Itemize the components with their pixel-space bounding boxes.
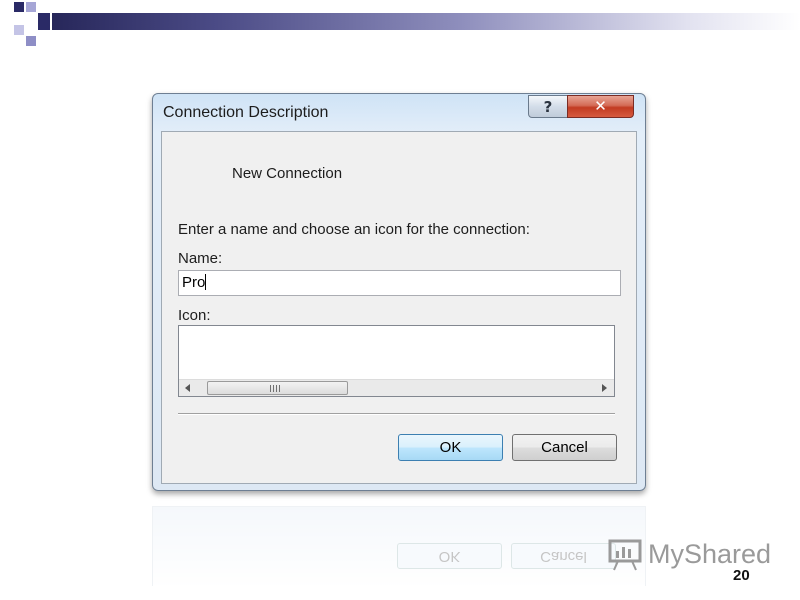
help-icon: ? (543, 98, 553, 116)
ok-button-reflection: OK (397, 543, 502, 569)
watermark-text: MyShared (648, 539, 772, 569)
name-input[interactable]: Pro (178, 270, 621, 296)
connection-description-dialog: Connection Description ? ✕ New Connectio… (152, 93, 646, 491)
gradient-bar (52, 13, 800, 30)
connection-name-text: New Connection (232, 165, 343, 182)
decor-square (38, 13, 50, 30)
scroll-left-icon[interactable] (185, 384, 190, 392)
page-number: 20 (733, 567, 750, 584)
decor-square (14, 2, 24, 12)
text-caret (205, 274, 207, 290)
scroll-thumb[interactable] (207, 381, 348, 395)
slide-header-band (0, 0, 800, 46)
separator (178, 413, 615, 415)
horizontal-scrollbar[interactable] (179, 379, 614, 396)
decor-square (14, 25, 24, 35)
ok-button[interactable]: OK (398, 434, 503, 461)
cancel-button-reflection: Cancel (511, 543, 616, 569)
cancel-button[interactable]: Cancel (512, 434, 617, 461)
help-button[interactable]: ? (528, 95, 568, 118)
dialog-title: Connection Description (163, 104, 329, 121)
dialog-reflection: OK Cancel (152, 506, 646, 586)
scroll-right-icon[interactable] (602, 384, 607, 392)
close-button[interactable]: ✕ (567, 95, 634, 118)
name-label: Name: (178, 250, 223, 267)
icon-list[interactable] (178, 325, 615, 397)
name-input-value: Pro (182, 274, 206, 291)
instruction-text: Enter a name and choose an icon for the … (178, 221, 530, 238)
decor-square (26, 36, 36, 46)
close-icon: ✕ (594, 97, 607, 115)
myshared-watermark: MyShared (608, 538, 788, 572)
presentation-icon (608, 539, 642, 571)
decor-square (26, 2, 36, 12)
dialog-body: New Connection Enter a name and choose a… (161, 131, 637, 484)
grip-icon (270, 385, 282, 392)
icon-label: Icon: (178, 307, 211, 324)
